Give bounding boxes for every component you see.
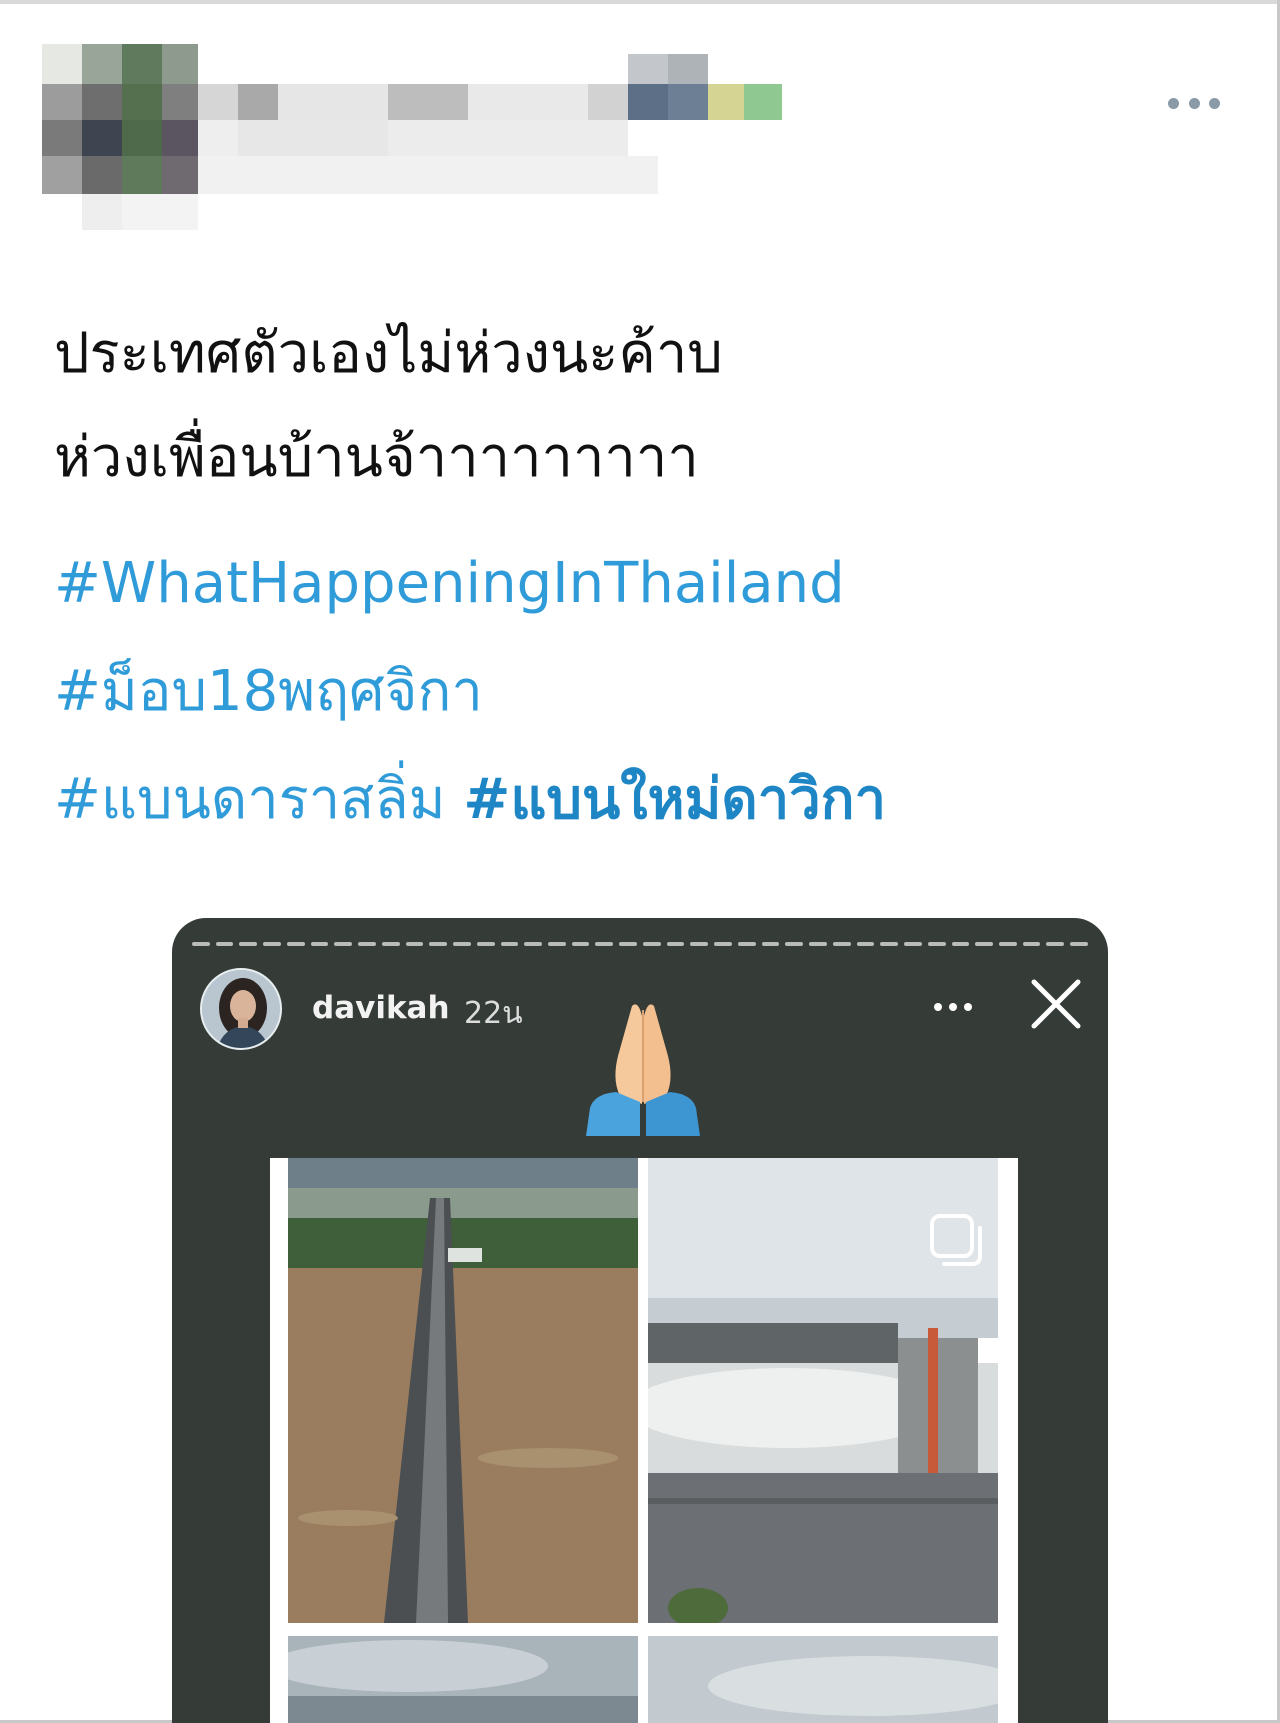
hashtag-link-highlighted[interactable]: #แบนใหม่ดาวิกา — [463, 767, 886, 832]
sky-water-photo[interactable] — [288, 1636, 638, 1723]
image-collage[interactable] — [270, 1158, 1018, 1723]
hashtag-link[interactable]: #WhatHappeningInThailand — [54, 551, 845, 616]
cloudy-sky-photo[interactable] — [648, 1636, 998, 1723]
hashtag-line: #ม็อบ18พฤศจิกา — [54, 638, 1204, 746]
story-timestamp: 22น — [464, 996, 523, 1031]
more-horizontal-icon[interactable] — [934, 1002, 972, 1012]
hashtag-line: #แบนดาราสลิ่ม #แบนใหม่ดาวิกา — [54, 746, 1204, 854]
more-dot — [1209, 97, 1220, 109]
story-username[interactable]: davikah — [312, 990, 450, 1026]
hashtag-link[interactable]: #ม็อบ18พฤศจิกา — [54, 659, 483, 724]
hashtags: #WhatHappeningInThailand #ม็อบ18พฤศจิกา … — [54, 530, 1204, 854]
flooded-bridge-photo[interactable] — [288, 1158, 638, 1623]
more-dot — [1168, 97, 1179, 109]
more-dot — [1188, 97, 1200, 109]
tweet-text: ประเทศตัวเองไม่ห่วงนะค้าบ ห่วงเพื่อนบ้าน… — [54, 302, 1154, 510]
more-horizontal-icon[interactable] — [1168, 92, 1220, 114]
folded-hands-emoji — [580, 996, 706, 1136]
dam-spillway-photo[interactable] — [648, 1158, 998, 1623]
close-icon[interactable] — [1028, 976, 1084, 1032]
pixelated-author-header — [42, 44, 854, 254]
story-progress-bar — [192, 942, 1088, 946]
multiple-images-icon — [928, 1212, 986, 1270]
story-avatar[interactable] — [200, 968, 282, 1050]
story-screenshot[interactable]: davikah 22น — [172, 918, 1108, 1723]
hashtag-link[interactable]: #แบนดาราสลิ่ม — [54, 767, 446, 832]
hashtag-line: #WhatHappeningInThailand — [54, 530, 1204, 638]
tweet-text-line: ห่วงเพื่อนบ้านจ้าาาาาาาาา — [54, 425, 699, 490]
tweet-text-line: ประเทศตัวเองไม่ห่วงนะค้าบ — [54, 321, 723, 386]
window-top-border — [0, 0, 1280, 4]
